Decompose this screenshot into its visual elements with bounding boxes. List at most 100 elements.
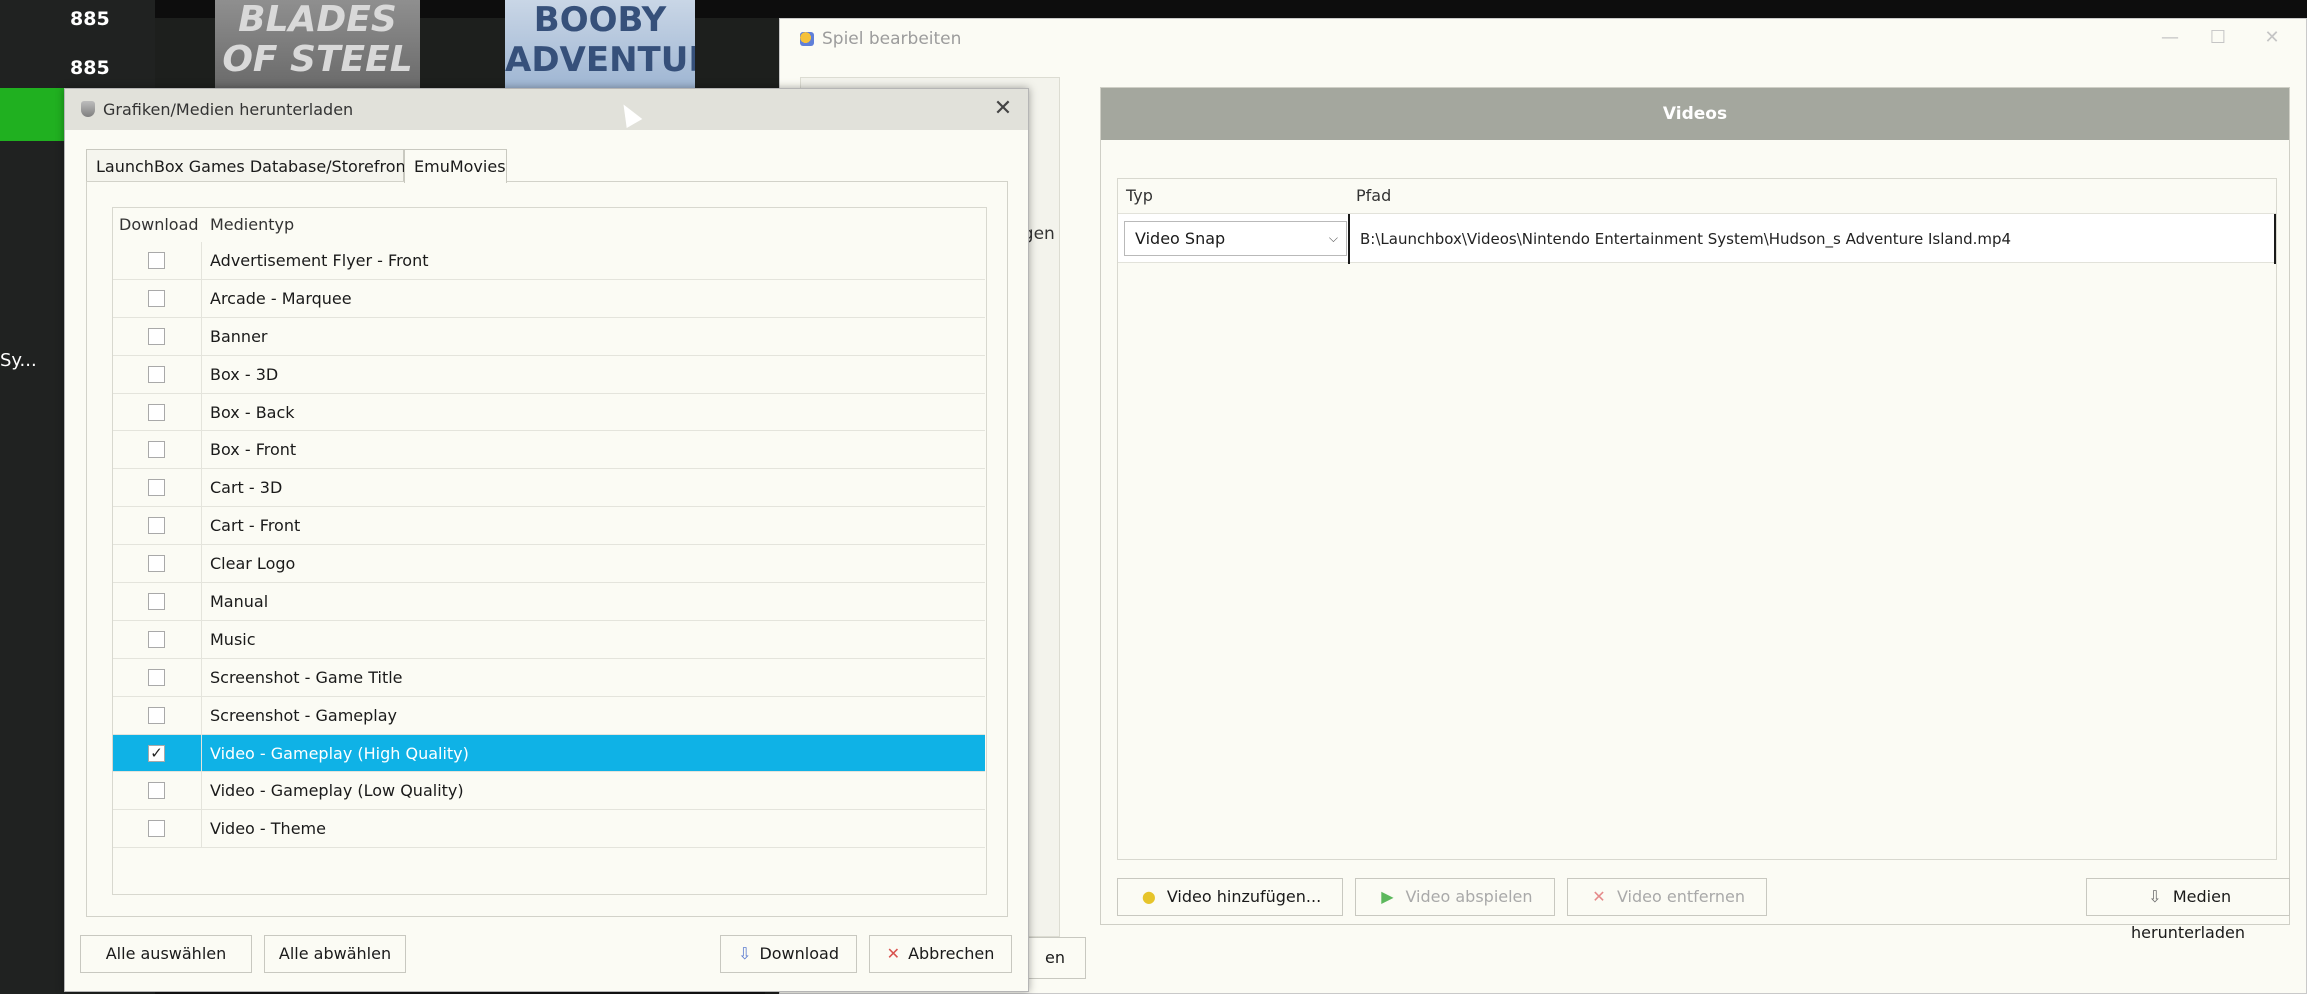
checkbox-cell <box>113 469 202 507</box>
cell-divider <box>2274 214 2276 264</box>
game-cover[interactable]: BOOBY ADVENTURE <box>505 0 695 88</box>
media-type-label: Video - Gameplay (Low Quality) <box>210 781 464 801</box>
remove-video-button[interactable]: ✕ Video entfernen <box>1567 878 1767 916</box>
download-checkbox[interactable] <box>148 593 165 611</box>
download-checkbox[interactable] <box>148 668 165 686</box>
checkbox-cell <box>113 696 202 734</box>
media-type-label: Screenshot - Game Title <box>210 667 403 687</box>
table-row[interactable]: Banner <box>113 317 985 356</box>
sidebar-fragment: Sy... <box>0 350 37 371</box>
download-checkbox[interactable] <box>148 289 165 307</box>
app-icon <box>800 32 814 46</box>
media-type-label: Box - Front <box>210 440 297 460</box>
table-row[interactable]: Box - 3D <box>113 355 985 394</box>
table-row[interactable]: Manual <box>113 583 985 621</box>
media-type-label: Box - Back <box>210 402 295 422</box>
table-row[interactable]: Screenshot - Game Title <box>113 658 985 697</box>
close-icon[interactable]: ✕ <box>2252 27 2292 51</box>
play-icon: ▶ <box>1381 887 1394 906</box>
table-row[interactable]: Arcade - Marquee <box>113 279 985 318</box>
video-type-select[interactable]: Video Snap ⌵ <box>1124 221 1347 256</box>
cover-strip <box>155 0 2307 18</box>
add-icon: ● <box>1141 887 1156 906</box>
checkbox-cell <box>113 279 202 317</box>
table-row[interactable]: Box - Front <box>113 431 985 470</box>
checkbox-cell <box>113 317 202 355</box>
checkbox-cell <box>113 810 202 848</box>
download-checkbox[interactable] <box>148 630 165 648</box>
table-row[interactable]: Video - Gameplay (Low Quality) <box>113 772 985 811</box>
download-checkbox[interactable] <box>148 403 165 421</box>
table-row[interactable]: ✓ Video - Gameplay (High Quality) <box>113 734 985 773</box>
download-checkbox[interactable] <box>148 706 165 724</box>
tab-launchbox-db[interactable]: LaunchBox Games Database/Storefronts <box>86 149 420 182</box>
table-row[interactable]: Cart - Front <box>113 507 985 546</box>
cancel-button[interactable]: ✕ Abbrechen <box>869 935 1012 973</box>
checkbox-cell: ✓ <box>113 734 202 772</box>
window-title: Spiel bearbeiten <box>800 29 961 49</box>
dialog-titlebar[interactable]: Grafiken/Medien herunterladen ✕ <box>65 89 1028 130</box>
game-cover[interactable]: BLADES OF STEEL <box>215 0 420 88</box>
column-header-type[interactable]: Typ <box>1126 179 1153 213</box>
tab-panel: Download Medientyp Advertisement Flyer -… <box>86 181 1008 917</box>
download-checkbox[interactable]: ✓ <box>148 744 165 762</box>
download-media-dialog: Grafiken/Medien herunterladen ✕ LaunchBo… <box>64 88 1029 992</box>
download-checkbox[interactable] <box>148 252 165 269</box>
column-header-path[interactable]: Pfad <box>1356 179 1391 213</box>
table-row[interactable]: Advertisement Flyer - Front <box>113 242 985 280</box>
download-button[interactable]: ⇩ Download <box>720 935 857 973</box>
game-count: 885 <box>70 57 110 79</box>
minimize-icon[interactable]: — <box>2150 27 2190 51</box>
download-media-button[interactable]: ⇩ Medien herunterladen <box>2086 878 2290 942</box>
video-table: Typ Pfad Video Snap ⌵ B:\Launchbox\Video… <box>1117 178 2277 860</box>
checkbox-cell <box>113 772 202 810</box>
download-arrow-icon: ⇩ <box>738 944 752 963</box>
video-path[interactable]: B:\Launchbox\Videos\Nintendo Entertainme… <box>1360 214 2011 264</box>
table-row[interactable]: Box - Back <box>113 393 985 432</box>
table-row[interactable]: Screenshot - Gameplay <box>113 696 985 735</box>
download-checkbox[interactable] <box>148 365 165 383</box>
selected-platform-highlight[interactable] <box>0 88 66 141</box>
select-all-button[interactable]: Alle auswählen <box>80 935 252 973</box>
checkbox-cell <box>113 507 202 545</box>
download-checkbox[interactable] <box>148 479 165 497</box>
add-video-button[interactable]: ● Video hinzufügen... <box>1117 878 1343 916</box>
chevron-down-icon: ⌵ <box>1328 231 1338 245</box>
download-checkbox[interactable] <box>148 820 165 838</box>
play-video-button[interactable]: ▶ Video abspielen <box>1355 878 1555 916</box>
checkbox-cell <box>113 583 202 620</box>
shield-icon <box>81 101 95 117</box>
media-type-label: Clear Logo <box>210 554 296 574</box>
table-row[interactable]: Video Snap ⌵ B:\Launchbox\Videos\Nintend… <box>1118 213 2276 264</box>
checkbox-cell <box>113 242 202 279</box>
download-checkbox[interactable] <box>148 555 165 573</box>
media-type-rows: Advertisement Flyer - Front Arcade - Marq… <box>113 242 985 849</box>
download-icon: ⇩ <box>2148 887 2162 906</box>
download-checkbox[interactable] <box>148 441 165 459</box>
table-row[interactable]: Music <box>113 620 985 659</box>
remove-icon: ✕ <box>1592 887 1606 906</box>
table-row[interactable]: Video - Theme <box>113 810 985 849</box>
column-header-media-type[interactable]: Medientyp <box>210 208 294 242</box>
panel-header: Videos <box>1101 88 2289 140</box>
media-type-label: Advertisement Flyer - Front <box>210 251 429 270</box>
table-row[interactable]: Cart - 3D <box>113 469 985 508</box>
deselect-all-button[interactable]: Alle abwählen <box>264 935 406 973</box>
checkbox-cell <box>113 620 202 658</box>
media-type-label: Video - Gameplay (High Quality) <box>210 743 469 763</box>
download-checkbox[interactable] <box>148 782 165 800</box>
checkbox-cell <box>113 355 202 393</box>
tab-emumovies[interactable]: EmuMovies <box>404 149 507 183</box>
download-checkbox[interactable] <box>148 517 165 535</box>
column-header-download[interactable]: Download <box>119 208 199 242</box>
cell-divider <box>1348 214 1350 264</box>
close-icon[interactable]: ✕ <box>988 95 1018 123</box>
media-type-label: Cart - Front <box>210 516 301 536</box>
table-row[interactable]: Clear Logo <box>113 545 985 584</box>
download-checkbox[interactable] <box>148 327 165 345</box>
checkbox-cell <box>113 393 202 431</box>
media-type-label: Screenshot - Gameplay <box>210 705 397 725</box>
game-count: 885 <box>70 8 110 30</box>
maximize-icon[interactable]: ☐ <box>2198 27 2238 51</box>
red-x-icon: ✕ <box>886 944 901 963</box>
